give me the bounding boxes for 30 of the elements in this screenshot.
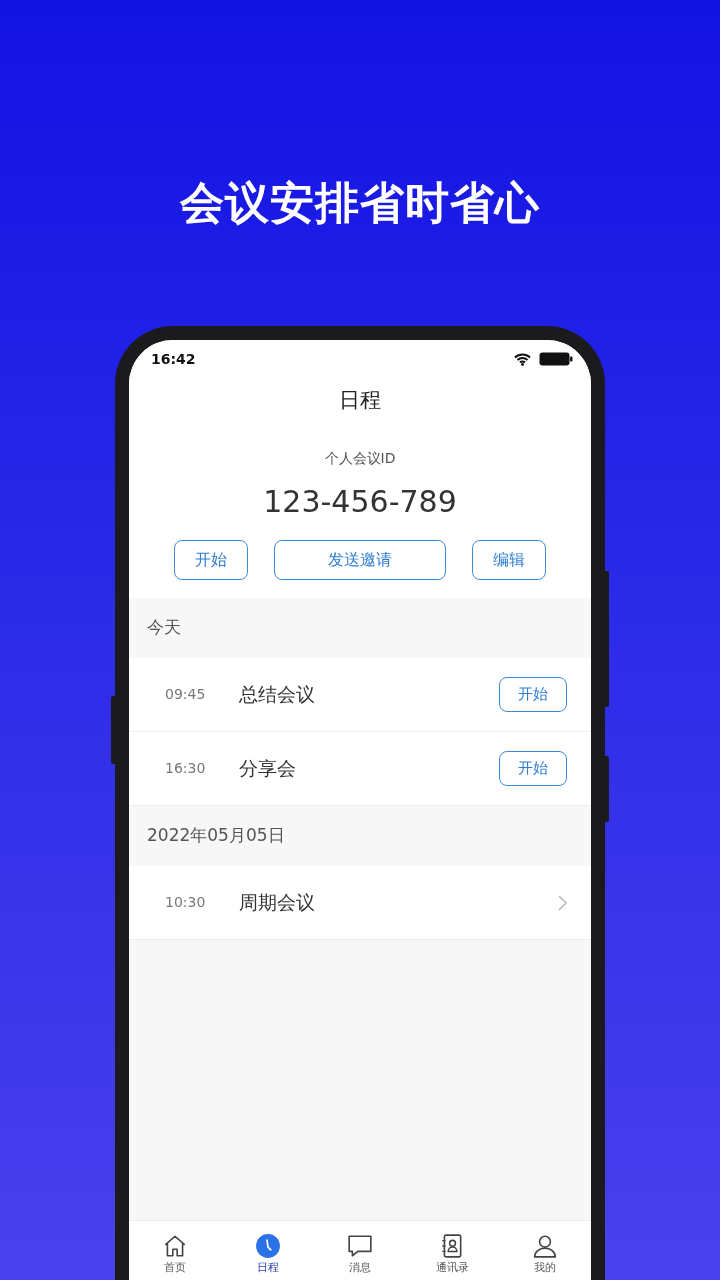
meeting-time: 16:30 [165, 759, 207, 778]
headline: 会议安排省时省心 [178, 176, 541, 230]
start-button[interactable]: 开始 [499, 677, 567, 712]
person-icon [531, 1233, 558, 1259]
meeting-name: 周期会议 [239, 890, 316, 916]
meeting-time: 09:45 [165, 685, 207, 704]
start-button[interactable]: 开始 [499, 751, 567, 786]
meeting-name: 总结会议 [239, 682, 316, 708]
tab-item[interactable]: 通讯录 [406, 1221, 499, 1280]
meeting-row[interactable]: 16:30 分享会 开始 [129, 732, 591, 806]
meeting-row[interactable]: 09:45 总结会议 开始 [129, 658, 591, 732]
tab-item[interactable]: 日程 [221, 1221, 314, 1280]
action-button[interactable]: 编辑 [472, 540, 546, 580]
action-button[interactable]: 发送邀请 [274, 540, 446, 580]
tab-item[interactable]: 消息 [313, 1221, 407, 1280]
meeting-id-label: 个人会议ID [323, 449, 397, 468]
clock-icon [254, 1233, 281, 1259]
tab-item[interactable]: 首页 [129, 1221, 222, 1280]
meeting-name: 分享会 [239, 756, 297, 782]
meeting-row[interactable]: 10:30 周期会议 [129, 866, 591, 940]
wifi-icon [514, 352, 531, 366]
meeting-id: 123-456-789 [262, 483, 458, 521]
status-time: 16:42 [151, 349, 196, 369]
page-title: 日程 [338, 387, 382, 414]
chat-bubble-icon [347, 1233, 373, 1259]
action-button[interactable]: 开始 [174, 540, 248, 580]
meeting-time: 10:30 [165, 893, 207, 912]
battery-icon [539, 352, 573, 366]
tab-item[interactable]: 我的 [498, 1221, 591, 1280]
chevron-icon [558, 894, 567, 911]
